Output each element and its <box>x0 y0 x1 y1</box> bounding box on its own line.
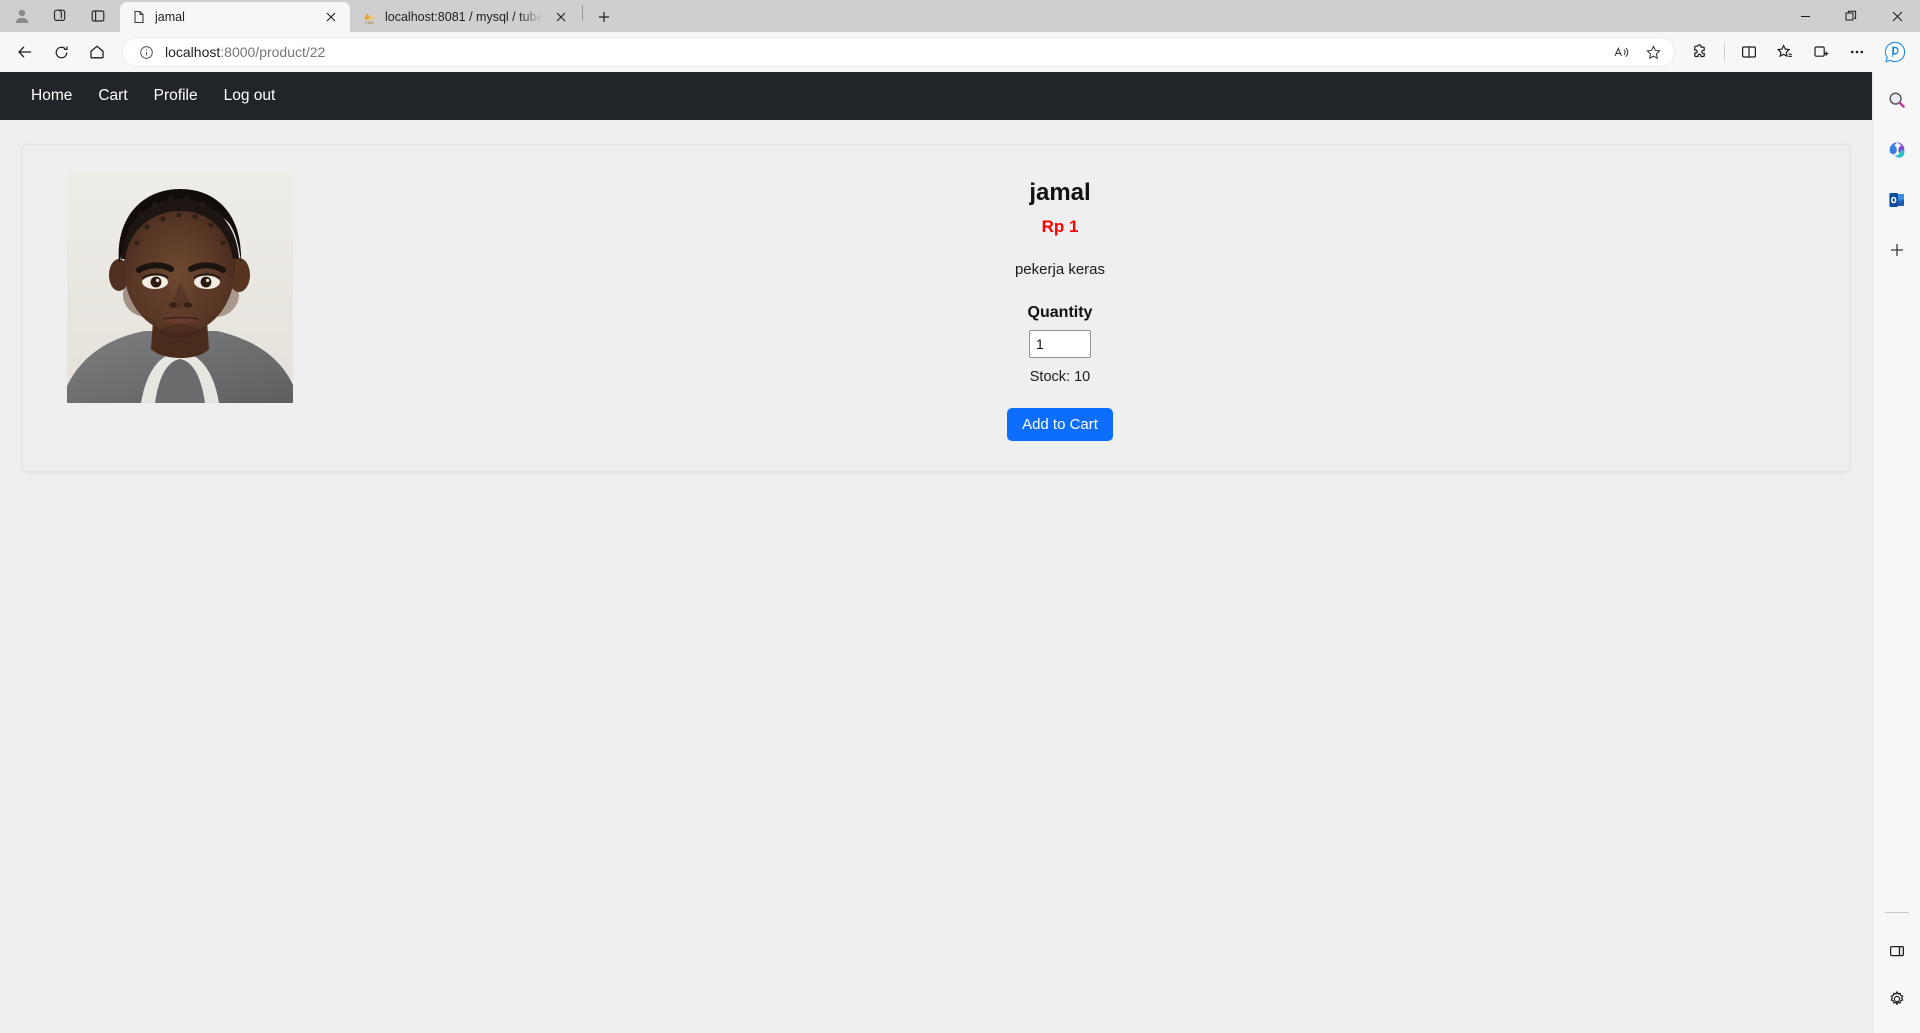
toolbar-separator <box>1724 43 1725 61</box>
quantity-input[interactable] <box>1029 330 1091 358</box>
tab-strip: jamal PMA localhost:8081 / mysql / tubes… <box>120 0 619 32</box>
sidebar-divider <box>1884 912 1909 913</box>
add-favorite-star-icon[interactable] <box>1638 39 1668 65</box>
browser-tab-active[interactable]: jamal <box>120 2 350 32</box>
browser-tab-inactive[interactable]: PMA localhost:8081 / mysql / tubes-db <box>350 2 580 32</box>
nav-link-home[interactable]: Home <box>18 79 85 113</box>
address-bar-actions <box>1606 39 1668 65</box>
home-icon[interactable] <box>80 37 114 67</box>
stock-text: Stock: 10 <box>1029 369 1091 385</box>
address-bar[interactable]: localhost:8000/product/22 <box>122 37 1675 67</box>
microsoft365-icon[interactable] <box>1883 136 1911 164</box>
nav-link-cart[interactable]: Cart <box>85 79 140 113</box>
page-viewport: Home Cart Profile Log out jamal Rp 1 pek… <box>0 72 1872 1033</box>
product-title: jamal <box>1029 179 1091 206</box>
add-to-cart-button[interactable]: Add to Cart <box>1007 408 1113 441</box>
page-body: jamal Rp 1 pekerja keras Quantity Stock:… <box>0 120 1872 496</box>
restore-button[interactable] <box>1828 0 1874 32</box>
sidebar-panel-icon[interactable] <box>1883 937 1911 965</box>
edge-sidebar <box>1872 72 1920 1033</box>
nav-link-profile[interactable]: Profile <box>141 79 211 113</box>
url-text[interactable]: localhost:8000/product/22 <box>159 44 1606 60</box>
tab-title: jamal <box>155 10 185 24</box>
settings-and-more-icon[interactable] <box>1840 37 1874 67</box>
site-information-icon[interactable] <box>133 40 159 64</box>
browser-window: jamal PMA localhost:8081 / mysql / tubes… <box>0 0 1920 1033</box>
titlebar-left-icons <box>0 0 120 32</box>
product-image <box>67 171 293 403</box>
new-tab-button[interactable] <box>589 3 619 31</box>
read-aloud-icon[interactable] <box>1606 39 1636 65</box>
product-image-column <box>45 171 293 403</box>
phpmyadmin-icon: PMA <box>361 9 377 25</box>
svg-text:PMA: PMA <box>365 20 374 25</box>
back-arrow-icon[interactable] <box>8 37 42 67</box>
browser-essentials-icon[interactable] <box>1804 37 1838 67</box>
product-info-column: jamal Rp 1 pekerja keras Quantity Stock:… <box>293 171 1827 441</box>
outlook-icon[interactable] <box>1883 186 1911 214</box>
tab-close-icon[interactable] <box>550 6 572 28</box>
browser-toolbar: localhost:8000/product/22 <box>0 32 1920 72</box>
profile-avatar-icon[interactable] <box>4 2 40 30</box>
product-price: Rp 1 <box>1041 217 1079 236</box>
tab-actions-icon[interactable] <box>80 2 116 30</box>
workspaces-icon[interactable] <box>42 2 78 30</box>
extensions-icon[interactable] <box>1683 37 1717 67</box>
nav-link-logout[interactable]: Log out <box>211 79 289 113</box>
refresh-icon[interactable] <box>44 37 78 67</box>
page-document-icon <box>131 9 147 25</box>
url-host: localhost <box>165 44 221 60</box>
tab-close-icon[interactable] <box>320 6 342 28</box>
tab-title: localhost:8081 / mysql / tubes-db <box>385 10 542 24</box>
search-icon[interactable] <box>1883 86 1911 114</box>
browser-content-area: Home Cart Profile Log out jamal Rp 1 pek… <box>0 72 1920 1033</box>
browser-titlebar: jamal PMA localhost:8081 / mysql / tubes… <box>0 0 1920 32</box>
product-description: pekerja keras <box>1014 261 1106 278</box>
minimize-button[interactable] <box>1782 0 1828 32</box>
site-navbar: Home Cart Profile Log out <box>0 72 1872 120</box>
window-controls <box>1782 0 1920 32</box>
add-sidebar-app-icon[interactable] <box>1883 236 1911 264</box>
quantity-label: Quantity <box>1027 304 1093 321</box>
sidebar-bottom-group <box>1883 912 1911 1033</box>
split-screen-icon[interactable] <box>1732 37 1766 67</box>
collections-icon[interactable] <box>1768 37 1802 67</box>
sidebar-settings-gear-icon[interactable] <box>1883 985 1911 1013</box>
copilot-icon[interactable] <box>1878 37 1912 67</box>
product-card: jamal Rp 1 pekerja keras Quantity Stock:… <box>22 144 1850 472</box>
close-button[interactable] <box>1874 0 1920 32</box>
url-path: :8000/product/22 <box>220 44 326 60</box>
tab-separator <box>582 5 583 21</box>
